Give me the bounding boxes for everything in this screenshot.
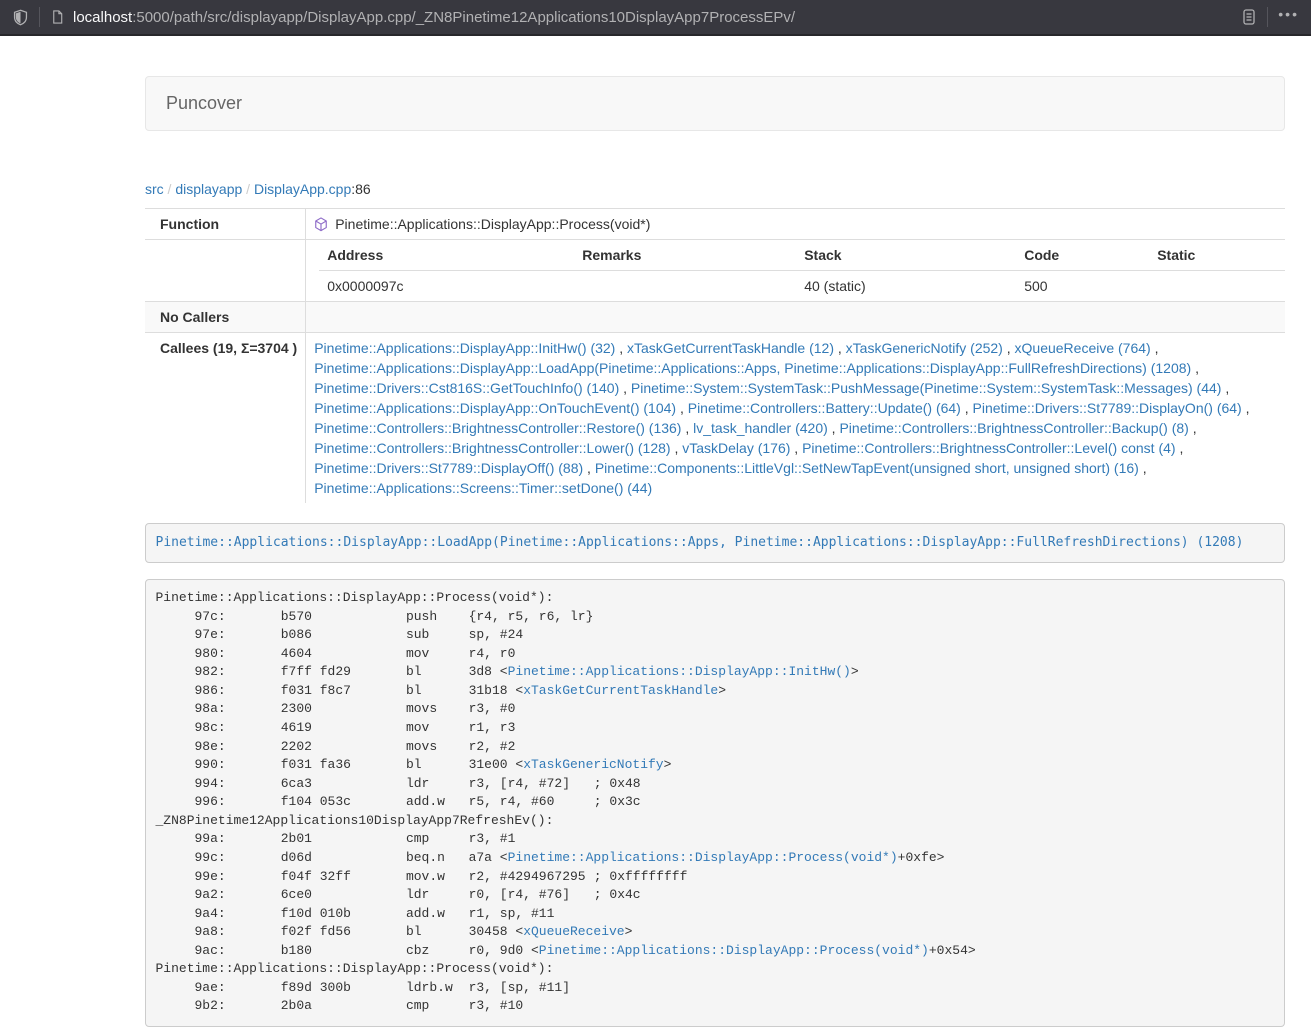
callee-link[interactable]: xQueueReceive (764) — [1015, 340, 1151, 356]
callee-separator: , — [961, 400, 973, 416]
callee-separator: , — [583, 460, 595, 476]
menu-icon[interactable]: ••• — [1278, 7, 1299, 27]
highlighted-symbol-box: Pinetime::Applications::DisplayApp::Load… — [145, 523, 1285, 563]
callee-separator: , — [1191, 360, 1199, 376]
callees-label: Callees (19, Σ=3704 ) — [145, 333, 306, 504]
callee-separator: , — [671, 440, 683, 456]
remarks-value — [574, 271, 796, 302]
callee-link[interactable]: Pinetime::System::SystemTask::PushMessag… — [631, 380, 1222, 396]
browser-toolbar: localhost:5000/path/src/displayapp/Displ… — [0, 0, 1311, 36]
function-name: Pinetime::Applications::DisplayApp::Proc… — [335, 214, 650, 234]
callee-link[interactable]: Pinetime::Applications::Screens::Timer::… — [314, 480, 652, 496]
callee-separator: , — [1003, 340, 1015, 356]
toolbar-separator — [39, 7, 40, 27]
asm-symbol-link[interactable]: xTaskGetCurrentTaskHandle — [523, 683, 718, 698]
callee-separator: , — [834, 340, 846, 356]
metrics-table: Address Remarks Stack Code Static 0x0000… — [319, 240, 1285, 301]
callee-separator: , — [828, 420, 840, 436]
breadcrumb-link[interactable]: src — [145, 181, 164, 197]
asm-symbol-link[interactable]: Pinetime::Applications::DisplayApp::Proc… — [539, 943, 929, 958]
function-table: Function Pinetime::Applications::Display… — [145, 208, 1285, 503]
callee-link[interactable]: Pinetime::Applications::DisplayApp::Init… — [314, 340, 615, 356]
brand-link[interactable]: Puncover — [166, 93, 242, 114]
callee-link[interactable]: xTaskGenericNotify (252) — [846, 340, 1003, 356]
callee-separator: , — [1151, 340, 1159, 356]
callee-separator: , — [1139, 460, 1147, 476]
callee-link[interactable]: Pinetime::Controllers::Battery::Update()… — [688, 400, 961, 416]
callee-separator: , — [790, 440, 802, 456]
url-bar[interactable]: localhost:5000/path/src/displayapp/Displ… — [73, 9, 1241, 26]
callee-link[interactable]: xTaskGetCurrentTaskHandle (12) — [627, 340, 834, 356]
metrics-header-row: Address Remarks Stack Code Static — [319, 240, 1285, 271]
toolbar-separator — [1267, 7, 1268, 27]
breadcrumb: src / displayapp / DisplayApp.cpp:86 — [145, 179, 1285, 199]
asm-symbol-link[interactable]: Pinetime::Applications::DisplayApp::Proc… — [508, 850, 898, 865]
callees-list: Pinetime::Applications::DisplayApp::Init… — [314, 338, 1277, 498]
symbol-cube-icon — [314, 217, 328, 232]
callee-link[interactable]: Pinetime::Drivers::Cst816S::GetTouchInfo… — [314, 380, 619, 396]
page-icon — [50, 9, 65, 25]
no-callers-row: No Callers — [145, 302, 1285, 333]
metrics-row: Address Remarks Stack Code Static 0x0000… — [145, 240, 1285, 302]
col-address: Address — [319, 240, 574, 271]
callee-link[interactable]: Pinetime::Drivers::St7789::DisplayOff() … — [314, 460, 583, 476]
callee-separator: , — [681, 420, 693, 436]
callee-link[interactable]: Pinetime::Drivers::St7789::DisplayOn() (… — [973, 400, 1242, 416]
col-remarks: Remarks — [574, 240, 796, 271]
callee-link[interactable]: lv_task_handler (420) — [693, 420, 828, 436]
url-host: localhost — [73, 9, 132, 26]
function-row: Function Pinetime::Applications::Display… — [145, 209, 1285, 240]
disassembly-listing: Pinetime::Applications::DisplayApp::Proc… — [145, 579, 1285, 1027]
url-path: :5000/path/src/displayapp/DisplayApp.cpp… — [132, 9, 795, 26]
asm-code: Pinetime::Applications::DisplayApp::Proc… — [156, 590, 976, 1013]
asm-symbol-link[interactable]: Pinetime::Applications::DisplayApp::Init… — [508, 664, 851, 679]
callee-link[interactable]: Pinetime::Controllers::BrightnessControl… — [314, 420, 681, 436]
page-content: Puncover src / displayapp / DisplayApp.c… — [145, 76, 1285, 1027]
stack-value: 40 (static) — [796, 271, 1016, 302]
app-navbar: Puncover — [145, 76, 1285, 131]
asm-symbol-link[interactable]: xQueueReceive — [523, 924, 624, 939]
callee-link[interactable]: Pinetime::Applications::DisplayApp::OnTo… — [314, 400, 676, 416]
callee-separator: , — [615, 340, 627, 356]
callee-separator: , — [1189, 420, 1197, 436]
breadcrumb-link[interactable]: displayapp — [175, 181, 242, 197]
metrics-value-row: 0x0000097c 40 (static) 500 — [319, 271, 1285, 302]
callee-link[interactable]: Pinetime::Controllers::BrightnessControl… — [802, 440, 1175, 456]
code-value: 500 — [1016, 271, 1149, 302]
function-label: Function — [145, 209, 306, 240]
shield-icon[interactable] — [12, 9, 29, 26]
callee-separator: , — [1242, 400, 1250, 416]
callee-separator: , — [1221, 380, 1229, 396]
asm-symbol-link[interactable]: xTaskGenericNotify — [523, 757, 663, 772]
callee-separator: , — [676, 400, 688, 416]
col-stack: Stack — [796, 240, 1016, 271]
static-value — [1149, 271, 1285, 302]
highlighted-symbol-link[interactable]: Pinetime::Applications::DisplayApp::Load… — [156, 535, 1244, 550]
callee-link[interactable]: Pinetime::Controllers::BrightnessControl… — [314, 440, 670, 456]
callee-separator: , — [1176, 440, 1184, 456]
breadcrumb-separator: / — [164, 181, 176, 197]
callee-link[interactable]: vTaskDelay (176) — [682, 440, 790, 456]
callee-separator: , — [619, 380, 631, 396]
callee-link[interactable]: Pinetime::Components::LittleVgl::SetNewT… — [595, 460, 1139, 476]
breadcrumb-link[interactable]: DisplayApp.cpp — [254, 181, 351, 197]
callee-link[interactable]: Pinetime::Applications::DisplayApp::Load… — [314, 360, 1191, 376]
col-code: Code — [1016, 240, 1149, 271]
reader-mode-icon[interactable] — [1241, 8, 1257, 26]
breadcrumb-line-number: :86 — [351, 181, 370, 197]
callee-link[interactable]: Pinetime::Controllers::BrightnessControl… — [839, 420, 1188, 436]
no-callers-label: No Callers — [145, 302, 306, 333]
breadcrumb-separator: / — [242, 181, 254, 197]
address-value: 0x0000097c — [319, 271, 574, 302]
col-static: Static — [1149, 240, 1285, 271]
callees-row: Callees (19, Σ=3704 ) Pinetime::Applicat… — [145, 333, 1285, 504]
